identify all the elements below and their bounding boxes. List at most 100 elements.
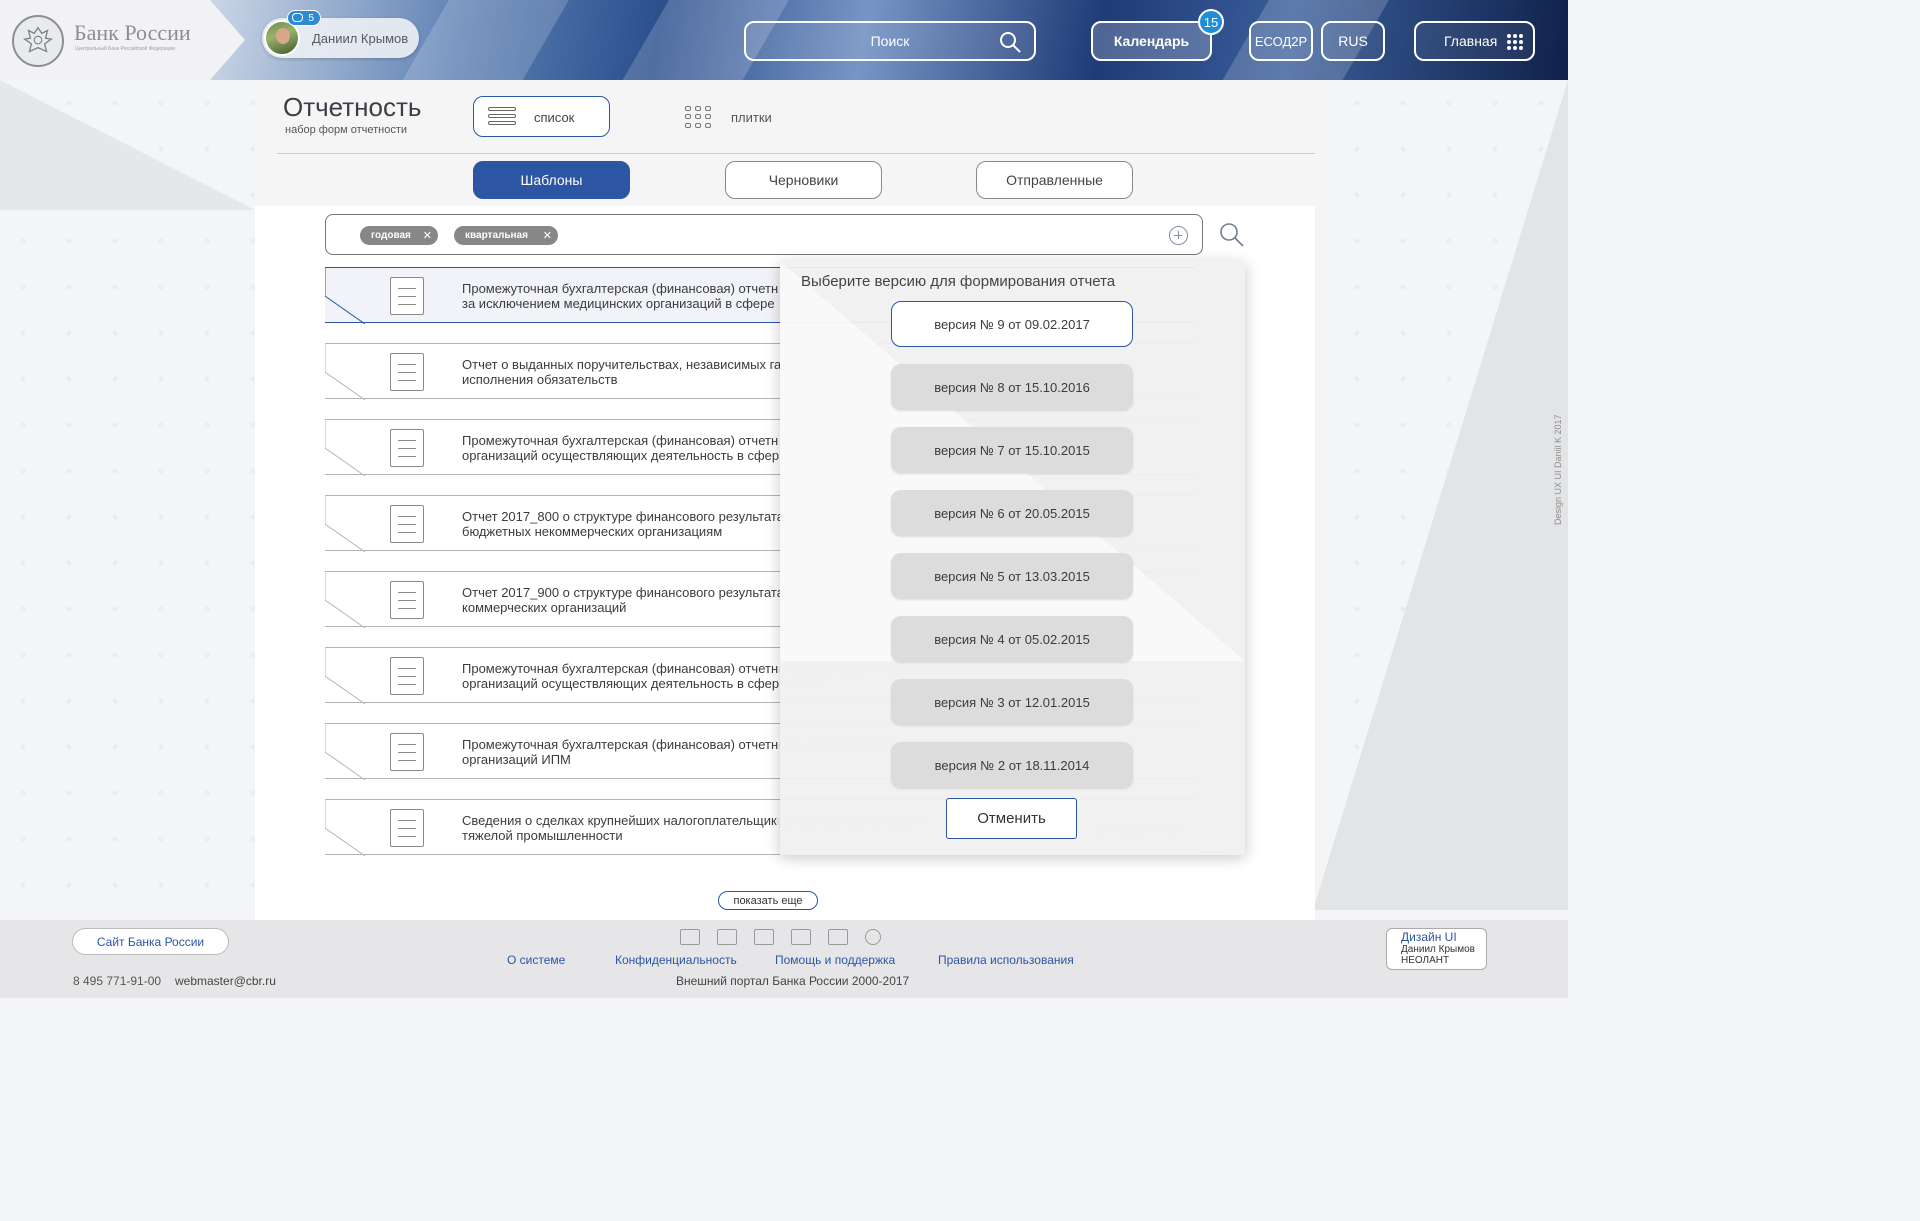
version-option[interactable]: версия № 9 от 09.02.2017: [891, 301, 1133, 347]
design-title: Дизайн UI: [1401, 930, 1457, 944]
messages-count: 5: [308, 12, 314, 24]
version-option[interactable]: версия № 2 от 18.11.2014: [891, 742, 1133, 788]
bank-emblem-icon: [12, 15, 64, 67]
row-corner: [325, 648, 365, 704]
footer-link-privacy[interactable]: Конфиденциальность: [615, 953, 737, 967]
design-author: Даниил Крымов: [1401, 944, 1475, 955]
cancel-button[interactable]: Отменить: [946, 798, 1077, 839]
language-button[interactable]: RUS: [1321, 21, 1385, 61]
report-title: Промежуточная бухгалтерская (финансовая)…: [462, 281, 778, 311]
footer-link-help[interactable]: Помощь и поддержка: [775, 953, 895, 967]
version-option[interactable]: версия № 6 от 20.05.2015: [891, 490, 1133, 536]
user-name: Даниил Крымов: [312, 31, 409, 46]
report-title-line1: Сведения о сделках крупнейших налогоплат…: [462, 813, 777, 828]
filter-chip[interactable]: квартальная ✕: [454, 226, 558, 245]
view-list-label: список: [534, 110, 575, 125]
coins-icon: [791, 929, 811, 945]
report-title-line1: Промежуточная бухгалтерская (финансовая)…: [462, 433, 779, 448]
report-title-line2: организаций осуществляющих деятельность …: [462, 676, 780, 691]
search-icon[interactable]: [998, 30, 1022, 54]
phone-number: 8 495 771-91-00: [73, 974, 162, 988]
row-corner: [325, 268, 365, 324]
close-icon[interactable]: ✕: [423, 229, 432, 242]
design-credit: Design UX UI Daniil K 2017: [1553, 414, 1563, 525]
row-corner: [325, 800, 365, 856]
report-title: Отчет 2017_800 о структуре финансового р…: [462, 509, 802, 539]
version-option[interactable]: версия № 7 от 15.10.2015: [891, 427, 1133, 473]
filter-chip[interactable]: годовая ✕: [360, 226, 438, 245]
tab-sent[interactable]: Отправленные: [976, 161, 1133, 199]
popup-title: Выберите версию для формирования отчета: [801, 273, 1116, 290]
bank-subtitle: Центральный Банк Российской Федерации: [75, 46, 175, 52]
header-search[interactable]: [744, 21, 1036, 61]
search-input[interactable]: [746, 23, 1034, 59]
add-filter-icon[interactable]: [1169, 226, 1188, 245]
design-credit-box[interactable]: Дизайн UI Даниил Крымов НЕОЛАНТ: [1386, 928, 1487, 970]
view-tiles-button[interactable]: плитки: [685, 106, 815, 130]
email-link[interactable]: webmaster@cbr.ru: [175, 974, 276, 988]
report-title-line1: Промежуточная бухгалтерская (финансовая)…: [462, 661, 779, 676]
user-profile-button[interactable]: Даниил Крымов: [262, 18, 419, 58]
calendar-button[interactable]: Календарь: [1091, 21, 1212, 61]
chat-bubble-icon: [292, 13, 303, 22]
report-title-line1: Промежуточная бухгалтерская (финансовая)…: [462, 737, 779, 752]
bars-icon: [754, 929, 774, 945]
filter-input[interactable]: годовая ✕ квартальная ✕: [325, 214, 1203, 255]
bank-site-button[interactable]: Сайт Банка России: [72, 928, 229, 955]
row-corner: [325, 724, 365, 780]
report-title-line2: организаций ИПМ: [462, 752, 571, 767]
version-popup: Выберите версию для формирования отчета …: [780, 261, 1245, 855]
tiles-view-icon: [685, 106, 713, 128]
wallet-icon: [717, 929, 737, 945]
home-menu-button[interactable]: Главная: [1414, 21, 1535, 61]
footer-link-terms[interactable]: Правила использования: [938, 953, 1074, 967]
row-corner: [325, 344, 365, 400]
version-option[interactable]: версия № 5 от 13.03.2015: [891, 553, 1133, 599]
document-icon: [390, 809, 424, 847]
version-option[interactable]: версия № 3 от 12.01.2015: [891, 679, 1133, 725]
report-title: Отчет о выданных поручительствах, незави…: [462, 357, 781, 387]
tab-drafts[interactable]: Черновики: [725, 161, 882, 199]
document-icon: [390, 733, 424, 771]
divider: [277, 153, 1315, 154]
card-icon: [828, 929, 848, 945]
document-icon: [390, 657, 424, 695]
background-triangle-left: [0, 80, 255, 210]
row-corner: [325, 496, 365, 552]
ruble-icon: [865, 929, 881, 945]
report-title: Промежуточная бухгалтерская (финансовая)…: [462, 433, 779, 463]
report-title-line2: коммерческих организаций: [462, 600, 627, 615]
close-icon[interactable]: ✕: [543, 229, 552, 242]
report-title-line1: Отчет 2017_900 о структуре финансового р…: [462, 585, 784, 600]
page-title: Отчетность: [283, 92, 422, 122]
copyright: Внешний портал Банка России 2000-2017: [676, 974, 910, 988]
background-triangle-right: [1313, 80, 1568, 910]
page-subtitle: набор форм отчетности: [285, 124, 407, 136]
footer-link-about[interactable]: О системе: [507, 953, 565, 967]
report-title-line2: организаций осуществляющих деятельность …: [462, 448, 780, 463]
version-option[interactable]: версия № 4 от 05.02.2015: [891, 616, 1133, 662]
report-title-line1: Промежуточная бухгалтерская (финансовая)…: [462, 281, 779, 296]
search-icon[interactable]: [1219, 222, 1245, 248]
footer-icons: [680, 929, 881, 945]
view-tiles-label: плитки: [731, 110, 772, 125]
filter-chip-label: квартальная: [465, 230, 528, 241]
row-corner: [325, 420, 365, 476]
document-icon: [390, 353, 424, 391]
report-title-line1: Отчет о выданных поручительствах, незави…: [462, 357, 782, 372]
filter-chip-label: годовая: [371, 230, 411, 241]
report-title-line2: бюджетных некоммерческих организациям: [462, 524, 723, 539]
list-view-icon: [488, 107, 516, 127]
view-list-button[interactable]: список: [473, 96, 610, 137]
messages-badge[interactable]: 5: [287, 10, 321, 26]
show-more-button[interactable]: показать еще: [718, 891, 818, 910]
report-title-line2: исполнения обязательств: [462, 372, 618, 387]
logo-plate[interactable]: Банк России Центральный Банк Российской …: [0, 0, 245, 80]
document-icon: [390, 429, 424, 467]
bank-name: Банк России: [74, 20, 191, 45]
version-option[interactable]: версия № 8 от 15.10.2016: [891, 364, 1133, 410]
report-title-line2: тяжелой промышленности: [462, 828, 623, 843]
tab-templates[interactable]: Шаблоны: [473, 161, 630, 199]
esod-button[interactable]: ЕСОД2Р: [1249, 21, 1313, 61]
calendar-count-badge: 15: [1198, 9, 1224, 35]
